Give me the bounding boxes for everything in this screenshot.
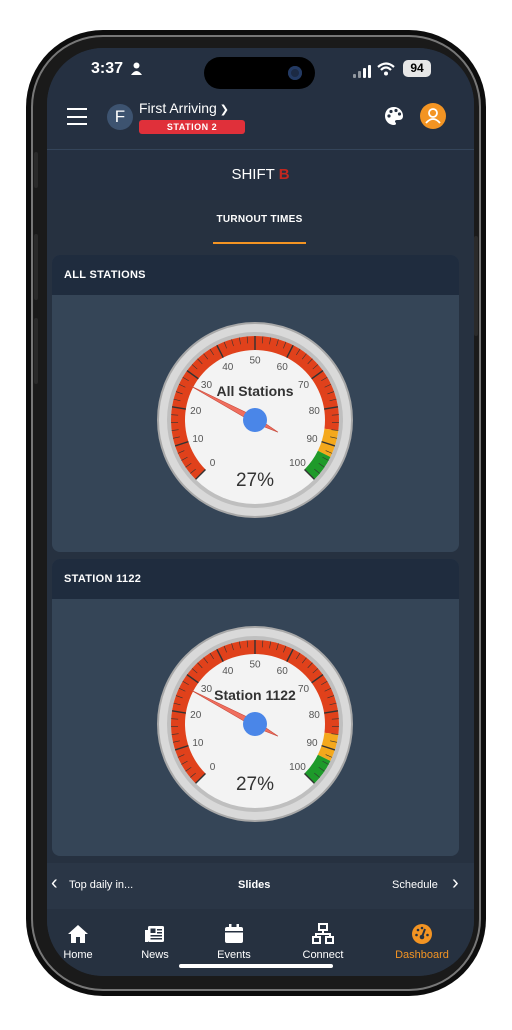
wifi-icon (377, 62, 395, 76)
shift-letter: B (278, 166, 290, 183)
screen: 3:37 94 F First Arriving ❯ STATION 2 SHI… (47, 48, 474, 976)
chevron-left-icon[interactable]: ‹ (51, 872, 58, 895)
menu-icon[interactable] (67, 108, 87, 125)
gauge-tick-label: 60 (277, 362, 289, 373)
card-all-stations: ALL STATIONS 0 10 20 30 40 50 60 70 80 90 100 All S… (52, 255, 459, 552)
slides-bar: ‹ Top daily in... Slides Schedule › (47, 863, 474, 909)
gauge-hub (243, 408, 267, 432)
nav-label: Connect (302, 949, 344, 961)
volume-up-button (34, 234, 38, 300)
nav-label: Events (217, 949, 251, 961)
person-icon (131, 62, 142, 75)
network-icon (312, 923, 334, 944)
gauge-tick-label: 70 (298, 380, 310, 391)
gauge-tick-label: 10 (192, 738, 204, 749)
gauge-value: 27% (236, 470, 274, 491)
nav-events[interactable]: Events (214, 923, 254, 961)
tab-bar: TURNOUT TIMES (47, 200, 474, 250)
camera-icon (288, 66, 302, 80)
signal-icon (353, 64, 373, 78)
gauge-tick-label: 100 (289, 458, 306, 469)
gauge-tick-label: 100 (289, 762, 306, 773)
prev-slide-link[interactable]: Top daily in... (69, 879, 133, 891)
profile-button[interactable] (420, 103, 446, 129)
mute-switch (34, 152, 38, 188)
home-indicator[interactable] (179, 964, 333, 968)
news-icon (145, 926, 164, 942)
chevron-down-icon: ❯ (219, 104, 230, 116)
home-icon (68, 925, 88, 943)
nav-connect[interactable]: Connect (298, 923, 348, 961)
card-body: 0 10 20 30 40 50 60 70 80 90 100 All Stations 27% (52, 295, 459, 552)
gauge-tick-label: 40 (222, 666, 234, 677)
gauge-tick-label: 60 (277, 666, 289, 677)
gauge-tick-label: 90 (307, 434, 319, 445)
slides-title: Slides (238, 879, 271, 891)
station-badge[interactable]: STATION 2 (139, 120, 245, 134)
dynamic-island (204, 57, 315, 89)
gauge-tick-label: 70 (298, 684, 310, 695)
nav-label: News (141, 949, 169, 961)
battery-indicator: 94 (403, 60, 431, 77)
gauge-tick-label: 20 (190, 406, 202, 417)
gauge-tick-label: 80 (309, 710, 321, 721)
volume-down-button (34, 318, 38, 384)
chevron-right-icon[interactable]: › (452, 872, 459, 895)
gauge-tick-label: 30 (201, 684, 213, 695)
calendar-icon (225, 924, 243, 943)
org-name: First Arriving (139, 100, 217, 116)
gauge-value: 27% (236, 774, 274, 795)
nav-label: Dashboard (395, 949, 449, 961)
nav-home[interactable]: Home (61, 923, 95, 961)
user-icon (425, 108, 441, 124)
gauge-title: All Stations (216, 383, 293, 399)
gauge-tick-label: 10 (192, 434, 204, 445)
nav-label: Home (63, 949, 93, 961)
gauge-tick-label: 20 (190, 710, 202, 721)
gauge-hub (243, 712, 267, 736)
nav-news[interactable]: News (137, 923, 173, 961)
card-body: 0 10 20 30 40 50 60 70 80 90 100 Station 1122 27% (52, 599, 459, 856)
gauge-tick-label: 0 (210, 762, 216, 773)
org-avatar[interactable]: F (107, 104, 133, 130)
shift-label: SHIFT (231, 166, 275, 183)
gauge-tick-label: 40 (222, 362, 234, 373)
nav-dashboard[interactable]: Dashboard (391, 923, 453, 961)
gauge-tick-label: 0 (210, 458, 216, 469)
gauge-tick-label: 50 (249, 660, 261, 671)
tab-turnout-times[interactable]: TURNOUT TIMES (213, 214, 306, 244)
card-station-1122: STATION 1122 0 10 20 30 40 50 60 70 80 90 100 Stati… (52, 559, 459, 856)
turnout-gauge: 0 10 20 30 40 50 60 70 80 90 100 All Stations 27% (157, 322, 353, 518)
status-bar: 3:37 94 (47, 48, 474, 94)
gauge-tick-label: 90 (307, 738, 319, 749)
bottom-nav: Home News Events Connect Dashboard (47, 909, 474, 976)
org-switcher[interactable]: First Arriving ❯ (139, 100, 229, 116)
palette-icon[interactable] (384, 106, 404, 126)
power-button (474, 236, 478, 336)
turnout-gauge: 0 10 20 30 40 50 60 70 80 90 100 Station 1122 27% (157, 626, 353, 822)
gauge-tick-label: 30 (201, 380, 213, 391)
gauge-title: Station 1122 (214, 687, 296, 703)
next-slide-link[interactable]: Schedule (392, 879, 438, 891)
gauge-tick-label: 50 (249, 356, 261, 367)
app-header: F First Arriving ❯ STATION 2 (47, 94, 474, 148)
shift-bar: SHIFT B (47, 149, 474, 200)
card-title: ALL STATIONS (52, 255, 459, 295)
dashboard-icon (412, 924, 432, 944)
gauge-tick-label: 80 (309, 406, 321, 417)
status-time: 3:37 (91, 60, 124, 77)
card-title: STATION 1122 (52, 559, 459, 599)
